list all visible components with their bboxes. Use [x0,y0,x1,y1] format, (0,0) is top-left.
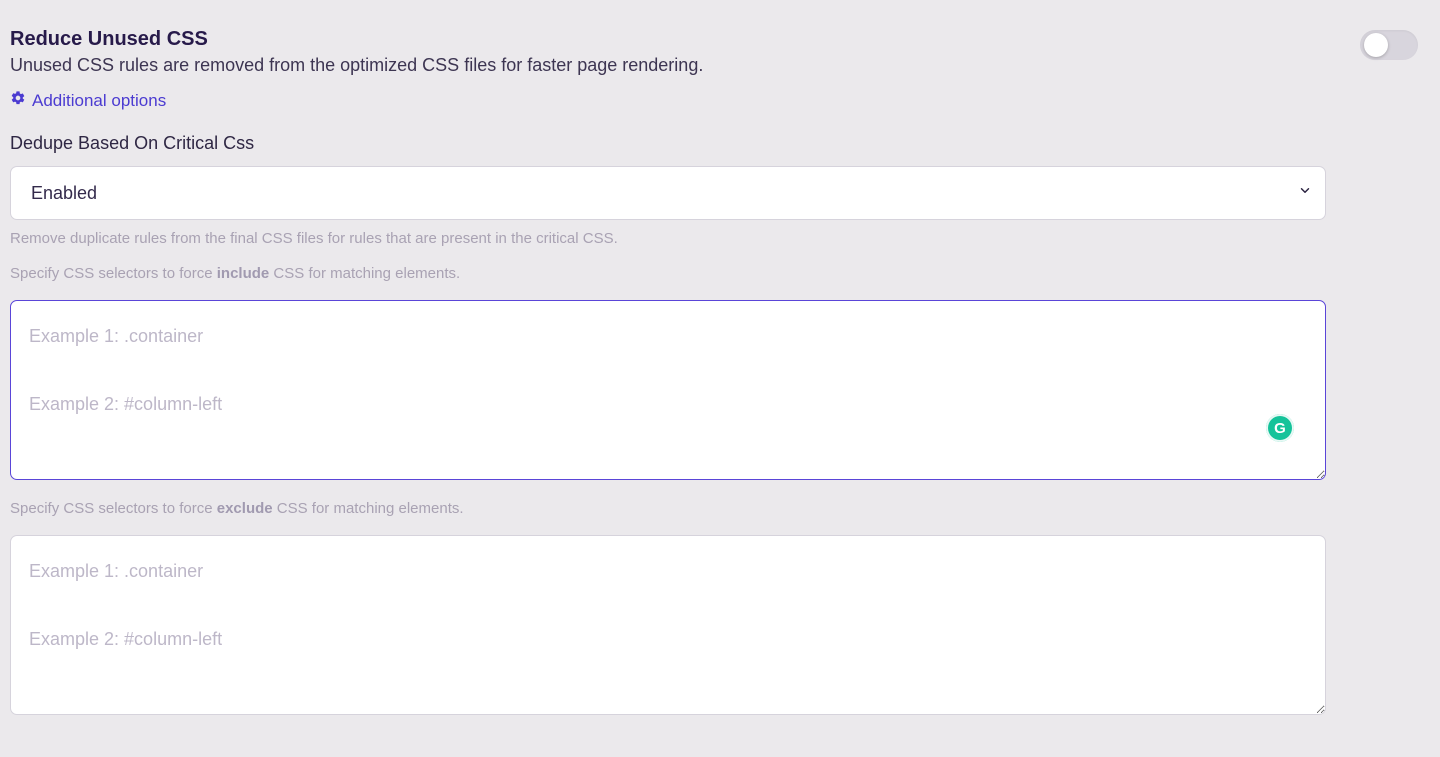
dedupe-label: Dedupe Based On Critical Css [10,133,1430,154]
reduce-unused-css-toggle[interactable] [1360,30,1418,60]
include-textarea-wrap: G [10,300,1326,480]
exclude-textarea-wrap [10,535,1326,715]
section-title: Reduce Unused CSS [10,28,1430,51]
additional-options-label: Additional options [32,91,166,111]
dedupe-select[interactable]: Enabled [10,166,1326,220]
settings-panel: Reduce Unused CSS Unused CSS rules are r… [0,0,1440,757]
section-subtitle: Unused CSS rules are removed from the op… [10,55,1430,76]
dedupe-helper: Remove duplicate rules from the final CS… [10,230,1430,247]
exclude-helper: Specify CSS selectors to force exclude C… [10,500,1430,517]
gear-icon [10,90,26,111]
grammarly-icon[interactable]: G [1266,414,1294,442]
toggle-knob [1364,33,1388,57]
dedupe-select-wrap: Enabled [10,166,1326,220]
include-helper: Specify CSS selectors to force include C… [10,265,1430,282]
include-selectors-textarea[interactable] [10,300,1326,480]
additional-options-link[interactable]: Additional options [10,90,166,111]
exclude-selectors-textarea[interactable] [10,535,1326,715]
